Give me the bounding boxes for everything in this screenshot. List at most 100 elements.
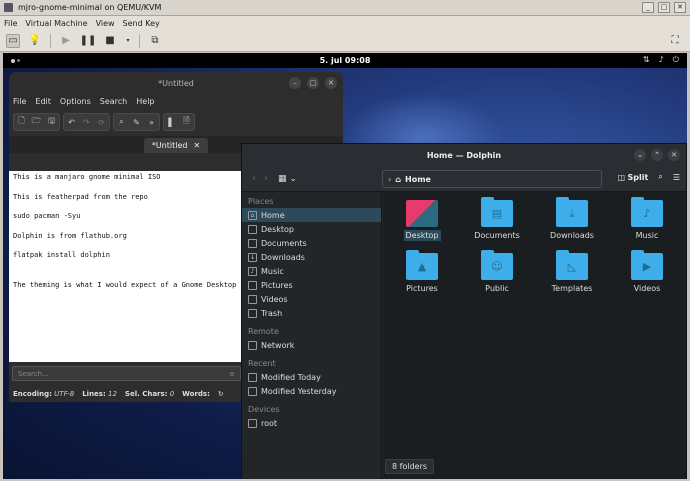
text-line: flatpak install dolphin bbox=[13, 251, 110, 259]
maximize-button[interactable]: □ bbox=[658, 2, 670, 13]
pause-icon[interactable]: ❚❚ bbox=[80, 34, 97, 48]
back-icon[interactable]: ‹ bbox=[252, 173, 256, 184]
minimize-button[interactable]: _ bbox=[642, 2, 654, 13]
snapshot-icon[interactable]: ⧉ bbox=[148, 34, 162, 48]
split-button[interactable]: ◫ Split bbox=[617, 173, 648, 182]
editor-menu-help[interactable]: Help bbox=[136, 97, 154, 106]
close-icon[interactable]: ✕ bbox=[668, 149, 680, 161]
clock[interactable]: 5. jul 09:08 bbox=[3, 56, 687, 65]
location-label: Home bbox=[405, 174, 431, 184]
selchars-value: 0 bbox=[169, 389, 175, 398]
side-pane-icon[interactable]: ▌ bbox=[164, 114, 179, 130]
editor-search-field[interactable]: Search... ≡ bbox=[12, 366, 241, 381]
editor-menu-file[interactable]: File bbox=[13, 97, 26, 106]
open-file-icon[interactable]: 🗁 bbox=[29, 114, 44, 130]
editor-tab[interactable]: *Untitled ✕ bbox=[143, 138, 209, 153]
place-label: Home bbox=[261, 210, 285, 220]
undo-icon[interactable]: ↶ bbox=[64, 114, 79, 130]
minimize-icon[interactable]: – bbox=[289, 77, 301, 89]
home-icon: ⌂ bbox=[395, 174, 402, 184]
public-folder-icon: ☺ bbox=[481, 250, 513, 280]
system-tray[interactable]: ⇅ ♪ ⏻ bbox=[643, 55, 679, 65]
place-music[interactable]: ♪ Music bbox=[242, 264, 381, 278]
calendar-icon bbox=[248, 386, 257, 396]
search-icon[interactable]: ⌕ bbox=[658, 172, 662, 182]
folder-videos[interactable]: ▶ Videos bbox=[612, 250, 682, 293]
dolphin-window: Home — Dolphin ⌄ ⌃ ✕ ‹ › ▦ ⌄ › ⌂ Home ◫ … bbox=[241, 143, 687, 479]
virt-manager-icon bbox=[4, 3, 13, 12]
text-line: Dolphin is from flathub.org bbox=[13, 231, 127, 240]
folder-pictures[interactable]: ▲ Pictures bbox=[387, 250, 457, 293]
save-icon[interactable]: 🖫 bbox=[44, 114, 59, 130]
breadcrumb-arrow-icon: › bbox=[388, 174, 392, 184]
refresh-count-icon[interactable]: ↻ bbox=[218, 390, 224, 398]
lines-status: Lines: 12 bbox=[82, 390, 117, 398]
split-label: Split bbox=[627, 172, 649, 182]
editor-text-area[interactable]: This is a manjaro gnome minimal ISO This… bbox=[9, 171, 245, 362]
location-bar[interactable]: › ⌂ Home bbox=[382, 170, 602, 188]
fullscreen-icon[interactable]: ⛶ bbox=[668, 34, 682, 48]
place-label: Pictures bbox=[261, 280, 293, 290]
folder-downloads[interactable]: ⤓ Downloads bbox=[537, 197, 607, 240]
place-modified-yesterday[interactable]: Modified Yesterday bbox=[242, 384, 381, 398]
place-label: Music bbox=[261, 266, 284, 276]
calendar-icon bbox=[248, 372, 257, 382]
minimize-icon[interactable]: ⌄ bbox=[634, 149, 646, 161]
editor-menu-edit[interactable]: Edit bbox=[35, 97, 51, 106]
tab-close-icon[interactable]: ✕ bbox=[193, 141, 200, 150]
print-icon[interactable]: 🗎 bbox=[179, 114, 194, 130]
folder-music[interactable]: ♪ Music bbox=[612, 197, 682, 240]
encoding-label: Encoding: bbox=[13, 389, 52, 398]
menu-file[interactable]: File bbox=[4, 19, 17, 28]
editor-menu-options[interactable]: Options bbox=[60, 97, 91, 106]
place-downloads[interactable]: ↓ Downloads bbox=[242, 250, 381, 264]
shutdown-dropdown-icon[interactable]: ▾ bbox=[125, 34, 131, 48]
close-button[interactable]: ✕ bbox=[674, 2, 686, 13]
forward-icon[interactable]: › bbox=[264, 173, 268, 184]
place-home[interactable]: ⌂ Home bbox=[242, 208, 381, 222]
place-documents[interactable]: Documents bbox=[242, 236, 381, 250]
editor-title: *Untitled bbox=[158, 78, 194, 88]
place-network[interactable]: Network bbox=[242, 338, 381, 352]
reload-icon[interactable]: ⟳ bbox=[94, 114, 109, 130]
desktop-icon bbox=[248, 224, 257, 234]
videos-icon bbox=[248, 294, 257, 304]
guest-desktop[interactable]: 5. jul 09:08 ⇅ ♪ ⏻ *Untitled – □ ✕ File … bbox=[3, 53, 687, 479]
place-videos[interactable]: Videos bbox=[242, 292, 381, 306]
folder-templates[interactable]: ◺ Templates bbox=[537, 250, 607, 293]
console-view-icon[interactable]: ▭ bbox=[6, 33, 20, 48]
run-icon[interactable]: ▶ bbox=[59, 34, 73, 48]
menu-virtual-machine[interactable]: Virtual Machine bbox=[25, 19, 87, 28]
place-modified-today[interactable]: Modified Today bbox=[242, 370, 381, 384]
find-icon[interactable]: ⌕ bbox=[114, 114, 129, 130]
maximize-icon[interactable]: ⌃ bbox=[651, 149, 663, 161]
new-file-icon[interactable]: 🗋 bbox=[14, 114, 29, 130]
menu-view[interactable]: View bbox=[96, 19, 115, 28]
menu-send-key[interactable]: Send Key bbox=[123, 19, 160, 28]
folder-desktop[interactable]: Desktop bbox=[387, 200, 457, 241]
search-options-icon[interactable]: ≡ bbox=[229, 370, 235, 378]
folder-label: Videos bbox=[633, 284, 661, 293]
folder-documents[interactable]: ▤ Documents bbox=[462, 197, 532, 240]
folder-label: Documents bbox=[474, 231, 520, 240]
device-root[interactable]: root bbox=[242, 416, 381, 430]
folder-public[interactable]: ☺ Public bbox=[462, 250, 532, 293]
videos-folder-icon: ▶ bbox=[631, 250, 663, 280]
redo-icon[interactable]: ↷ bbox=[79, 114, 94, 130]
shutdown-icon[interactable]: ■ bbox=[103, 34, 117, 48]
hamburger-menu-icon[interactable]: ☰ bbox=[673, 173, 680, 182]
replace-icon[interactable]: ✎ bbox=[129, 114, 144, 130]
place-trash[interactable]: Trash bbox=[242, 306, 381, 320]
view-mode-icon[interactable]: ▦ ⌄ bbox=[278, 174, 297, 184]
desktop-folder-icon bbox=[406, 200, 438, 227]
place-pictures[interactable]: Pictures bbox=[242, 278, 381, 292]
place-desktop[interactable]: Desktop bbox=[242, 222, 381, 236]
maximize-icon[interactable]: □ bbox=[307, 77, 319, 89]
close-icon[interactable]: ✕ bbox=[325, 77, 337, 89]
details-bulb-icon[interactable]: 💡 bbox=[28, 34, 42, 48]
search-placeholder: Search... bbox=[18, 370, 49, 378]
file-view[interactable]: Desktop ▤ Documents ⤓ Downloads ♪ Music … bbox=[383, 192, 686, 479]
goto-icon[interactable]: » bbox=[144, 114, 159, 130]
text-line: This is a manjaro gnome minimal ISO bbox=[13, 173, 161, 181]
editor-menu-search[interactable]: Search bbox=[100, 97, 127, 106]
